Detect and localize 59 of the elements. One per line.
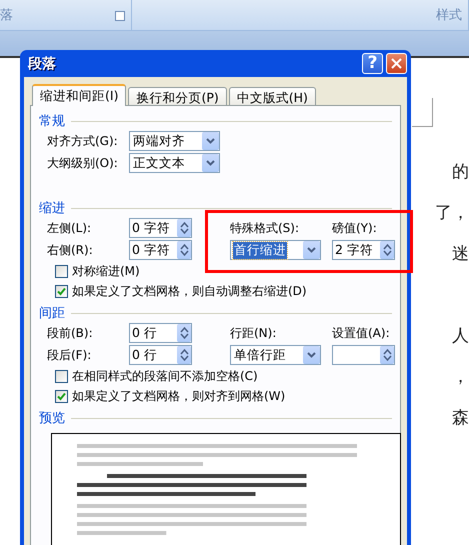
field-label: 对齐方式(G): bbox=[47, 132, 118, 150]
chevron-down-icon bbox=[202, 132, 219, 150]
field-label: 右侧(R): bbox=[47, 242, 93, 258]
spin-field[interactable]: 0 行 bbox=[129, 323, 192, 343]
dropdown[interactable]: 正文文本 bbox=[129, 153, 220, 173]
document-text: 人 bbox=[452, 325, 469, 348]
field-label: 左侧(L): bbox=[47, 220, 92, 236]
checkbox-label: 在相同样式的段落间不添加空格(C) bbox=[72, 368, 258, 384]
spin-field[interactable]: 0 字符 bbox=[129, 218, 192, 238]
spin-field[interactable]: 0 字符 bbox=[129, 240, 192, 260]
ribbon-group-label: 样式 bbox=[436, 7, 462, 24]
document-text: 迷 bbox=[452, 243, 469, 266]
help-button[interactable]: ? bbox=[362, 53, 383, 74]
field-label: 磅值(Y): bbox=[332, 220, 377, 236]
dropdown[interactable]: 首行缩进 bbox=[230, 240, 321, 260]
field-label: 段前(B): bbox=[47, 324, 93, 342]
checkbox-label: 如果定义了文档网格，则对齐到网格(W) bbox=[72, 388, 286, 404]
document-text: 了， bbox=[435, 202, 469, 225]
section-title: 预览 bbox=[39, 410, 65, 427]
document-text: ， bbox=[452, 366, 469, 389]
dropdown[interactable]: 两端对齐 bbox=[129, 131, 220, 151]
ribbon-group-label: 落 bbox=[0, 7, 13, 24]
spinner-icon[interactable] bbox=[177, 324, 191, 342]
field-label: 大纲级别(O): bbox=[47, 154, 118, 172]
checkbox[interactable] bbox=[55, 264, 68, 278]
checkbox[interactable] bbox=[55, 370, 68, 382]
tab[interactable]: 换行和分页(P) bbox=[128, 87, 227, 105]
section-title: 间距 bbox=[39, 305, 65, 322]
window-title: 段落 bbox=[28, 54, 56, 72]
field-label: 行距(N): bbox=[230, 324, 276, 342]
close-button[interactable] bbox=[386, 53, 407, 74]
spinner-icon[interactable] bbox=[380, 346, 394, 364]
spinner-icon[interactable] bbox=[177, 219, 191, 237]
page-corner-mark bbox=[412, 98, 433, 127]
document-text: 的 bbox=[452, 161, 469, 184]
close-icon bbox=[391, 58, 402, 69]
section-title: 常规 bbox=[39, 113, 65, 130]
checkbox-label: 如果定义了文档网格，则自动调整右缩进(D) bbox=[72, 282, 307, 300]
tab[interactable]: 缩进和间距(I) bbox=[32, 84, 126, 106]
spin-field[interactable]: 0 行 bbox=[129, 345, 192, 365]
field-label: 设置值(A): bbox=[332, 324, 390, 342]
document-text: 森 bbox=[452, 407, 469, 430]
checkbox[interactable] bbox=[55, 390, 68, 402]
spin-field[interactable]: 2 字符 bbox=[332, 240, 395, 260]
checkbox[interactable] bbox=[55, 284, 68, 298]
field-label: 段后(F): bbox=[47, 346, 92, 364]
chevron-down-icon bbox=[202, 154, 219, 172]
tab[interactable]: 中文版式(H) bbox=[228, 87, 316, 105]
spinner-icon[interactable] bbox=[177, 241, 191, 259]
spinner-icon[interactable] bbox=[177, 346, 191, 364]
dialog-launcher-icon[interactable] bbox=[115, 11, 125, 21]
dropdown[interactable]: 单倍行距 bbox=[230, 345, 321, 365]
spin-field[interactable] bbox=[332, 345, 395, 365]
spinner-icon[interactable] bbox=[380, 241, 394, 259]
field-label: 特殊格式(S): bbox=[230, 220, 300, 236]
section-title: 缩进 bbox=[39, 200, 65, 217]
chevron-down-icon bbox=[303, 241, 320, 259]
checkbox-label: 对称缩进(M) bbox=[72, 262, 140, 280]
chevron-down-icon bbox=[303, 346, 320, 364]
